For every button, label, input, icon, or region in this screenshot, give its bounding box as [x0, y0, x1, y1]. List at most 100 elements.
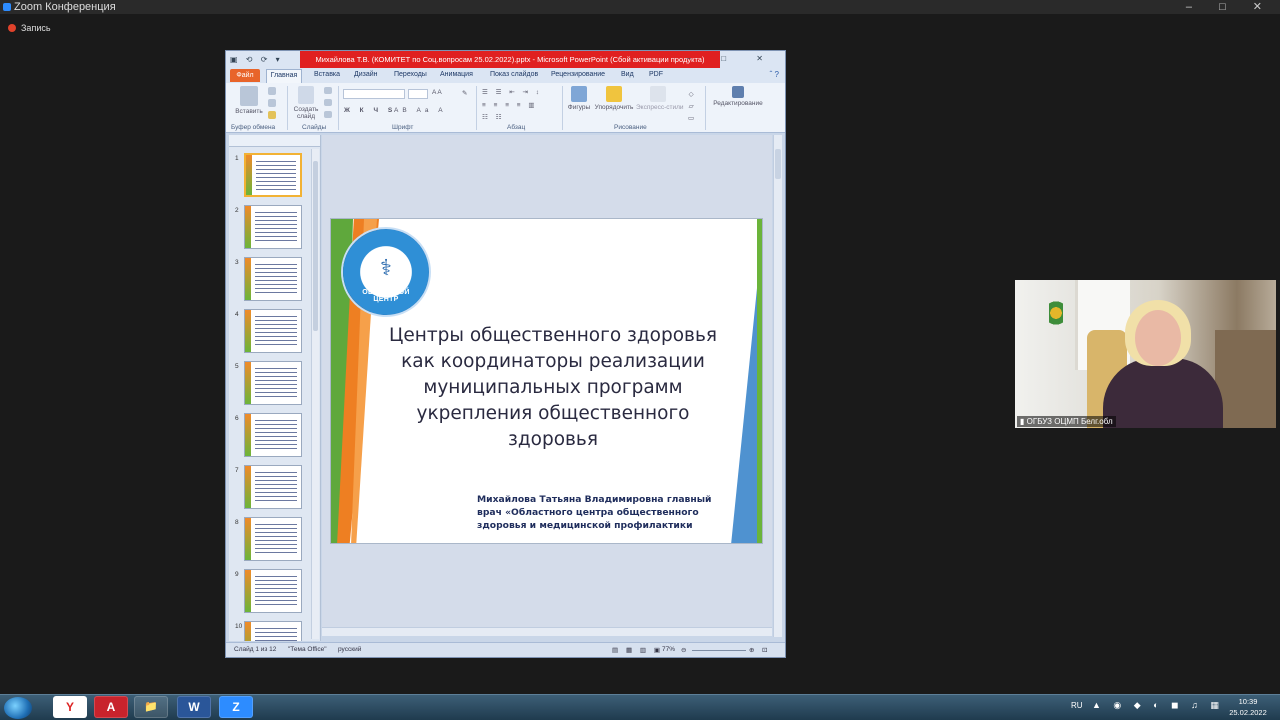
tab-view[interactable]: Вид — [621, 71, 634, 78]
new-slide-button[interactable]: Создать слайд — [290, 86, 322, 120]
shape-format-buttons[interactable]: ◇ ▱ ▭ — [688, 89, 694, 125]
quick-access-toolbar[interactable]: ▣ ⟲ ⟳ ▾ — [230, 55, 283, 64]
ribbon-tabs: Файл Главная Вставка Дизайн Переходы Ани… — [226, 68, 785, 83]
tray-clock[interactable]: 10:39 25.02.2022 — [1222, 696, 1274, 718]
taskbar-acrobat[interactable]: A — [94, 696, 128, 718]
slide-thumbnail[interactable] — [244, 569, 302, 613]
caduceus-icon: ⚕ — [380, 255, 392, 280]
align-buttons[interactable]: ≡ ≡ ≡ ≡ ▥ — [482, 101, 538, 109]
binoculars-icon — [732, 86, 744, 98]
fit-window-icon[interactable]: ⊡ — [762, 646, 767, 654]
paste-button[interactable]: Вставить — [234, 86, 264, 115]
thumbnail-content — [256, 161, 296, 191]
tab-insert[interactable]: Вставка — [314, 71, 340, 78]
horizontal-scrollbar[interactable] — [322, 627, 772, 636]
slide-thumbnail[interactable] — [244, 257, 302, 301]
thumbnail-stripe — [245, 362, 251, 404]
thumbnail-stripe — [245, 310, 251, 352]
thumbnail-content — [255, 576, 297, 606]
font-spacing-buttons[interactable]: АВ Аа А — [394, 107, 447, 114]
paragraph-extra-buttons[interactable]: ☷ ☷ — [482, 113, 504, 121]
slide-thumbnail[interactable] — [244, 413, 302, 457]
taskbar-word[interactable]: W — [177, 696, 211, 718]
editing-button[interactable]: Редактирование — [710, 86, 766, 107]
help-icon[interactable]: ˆ ? — [770, 70, 779, 79]
zoom-window-controls[interactable]: – □ ✕ — [1186, 0, 1274, 14]
font-size-field[interactable] — [408, 89, 428, 99]
thumbnail-stripe — [245, 258, 251, 300]
zoom-out-icon[interactable]: ⊖ — [681, 646, 686, 654]
shapes-button[interactable]: Фигуры — [566, 86, 592, 111]
list-buttons[interactable]: ☰ ☰ ⇤ ⇥ ↕ — [482, 88, 542, 96]
section-icon[interactable] — [324, 111, 332, 118]
group-clipboard-label: Буфер обмена — [231, 124, 276, 131]
clear-format-icon[interactable]: ✎ — [462, 89, 467, 97]
thumbnail-content — [255, 212, 297, 242]
layout-icon[interactable] — [324, 87, 332, 94]
thumbnail-number: 9 — [235, 571, 239, 578]
tray-icons[interactable]: ▲ ◉ ◆ ◐ ◼ ♫ ▦ — [1092, 700, 1224, 711]
slide-thumbnail[interactable] — [244, 205, 302, 249]
arrange-icon — [606, 86, 622, 102]
tab-review[interactable]: Рецензирование — [551, 71, 605, 78]
font-style-buttons[interactable]: Ж К Ч S — [344, 107, 396, 114]
cut-icon[interactable] — [268, 87, 276, 95]
paste-label: Вставить — [235, 108, 263, 115]
ppt-window-controls[interactable]: – □ ✕ — [687, 54, 777, 63]
reset-icon[interactable] — [324, 99, 332, 106]
quick-styles-label: Экспресс-стили — [636, 104, 684, 111]
view-buttons[interactable]: ▤ ▦ ▥ ▣ — [612, 646, 663, 654]
font-name-field[interactable] — [343, 89, 405, 99]
vertical-scroll-thumb[interactable] — [775, 149, 781, 179]
tab-design[interactable]: Дизайн — [354, 71, 378, 78]
tab-file[interactable]: Файл — [230, 69, 260, 82]
taskbar-yandex-browser[interactable]: Y — [53, 696, 87, 718]
panel-scrollbar[interactable] — [311, 149, 319, 639]
quick-styles-button[interactable]: Экспресс-стили — [636, 86, 684, 111]
shapes-icon — [571, 86, 587, 102]
thumbnail-content — [255, 628, 297, 641]
copy-icon[interactable] — [268, 99, 276, 107]
arrange-button[interactable]: Упорядочить — [594, 86, 634, 111]
participant-name-label: ▮ ОГБУЗ ОЦМП Белг.обл — [1017, 416, 1116, 427]
participant-video[interactable] — [1015, 280, 1276, 428]
slide-thumbnail-panel: 1 2 3 4 5 6 7 8 9 10 — [229, 135, 321, 641]
slide-thumbnail[interactable] — [244, 309, 302, 353]
font-grow-icon[interactable]: A A — [432, 89, 442, 96]
thumbnail-stripe — [245, 466, 251, 508]
vertical-scrollbar[interactable] — [773, 135, 782, 637]
slide-thumbnail[interactable] — [244, 465, 302, 509]
group-slides-label: Слайды — [302, 124, 327, 131]
thumbnail-stripe — [246, 155, 252, 195]
format-painter-icon[interactable] — [268, 111, 276, 119]
zoom-level[interactable]: 77% — [662, 646, 675, 653]
video-person-face — [1135, 310, 1181, 366]
taskbar-zoom[interactable]: Z — [219, 696, 253, 718]
slide-thumbnail[interactable] — [244, 361, 302, 405]
clock-time: 10:39 — [1238, 697, 1258, 706]
current-slide[interactable]: ⚕ ОБЛАСТНОЙ ЦЕНТР Центры общественного з… — [330, 218, 763, 544]
slide-thumbnail[interactable] — [244, 621, 302, 641]
slide-thumbnail[interactable] — [244, 153, 302, 197]
group-separator — [705, 86, 706, 130]
zoom-slider[interactable] — [692, 650, 746, 651]
taskbar-explorer[interactable]: 📁 — [134, 696, 168, 718]
group-separator — [476, 86, 477, 130]
tab-slideshow[interactable]: Показ слайдов — [490, 71, 538, 78]
paste-icon — [240, 86, 258, 106]
recording-indicator[interactable]: Запись — [8, 22, 51, 34]
thumbnail-number: 8 — [235, 519, 239, 526]
thumbnail-number: 7 — [235, 467, 239, 474]
tray-language[interactable]: RU — [1071, 701, 1083, 710]
tab-animation[interactable]: Анимация — [440, 71, 473, 78]
tab-transitions[interactable]: Переходы — [394, 71, 427, 78]
slide-author: Михайлова Татьяна Владимировна главный в… — [477, 494, 712, 531]
tab-home[interactable]: Главная — [266, 69, 302, 83]
panel-scroll-thumb[interactable] — [313, 161, 318, 331]
status-language[interactable]: русский — [338, 646, 361, 653]
panel-tabs[interactable] — [229, 135, 320, 147]
tab-pdf[interactable]: PDF — [649, 71, 663, 78]
start-button[interactable] — [4, 697, 32, 719]
zoom-in-icon[interactable]: ⊕ — [749, 646, 754, 654]
slide-thumbnail[interactable] — [244, 517, 302, 561]
